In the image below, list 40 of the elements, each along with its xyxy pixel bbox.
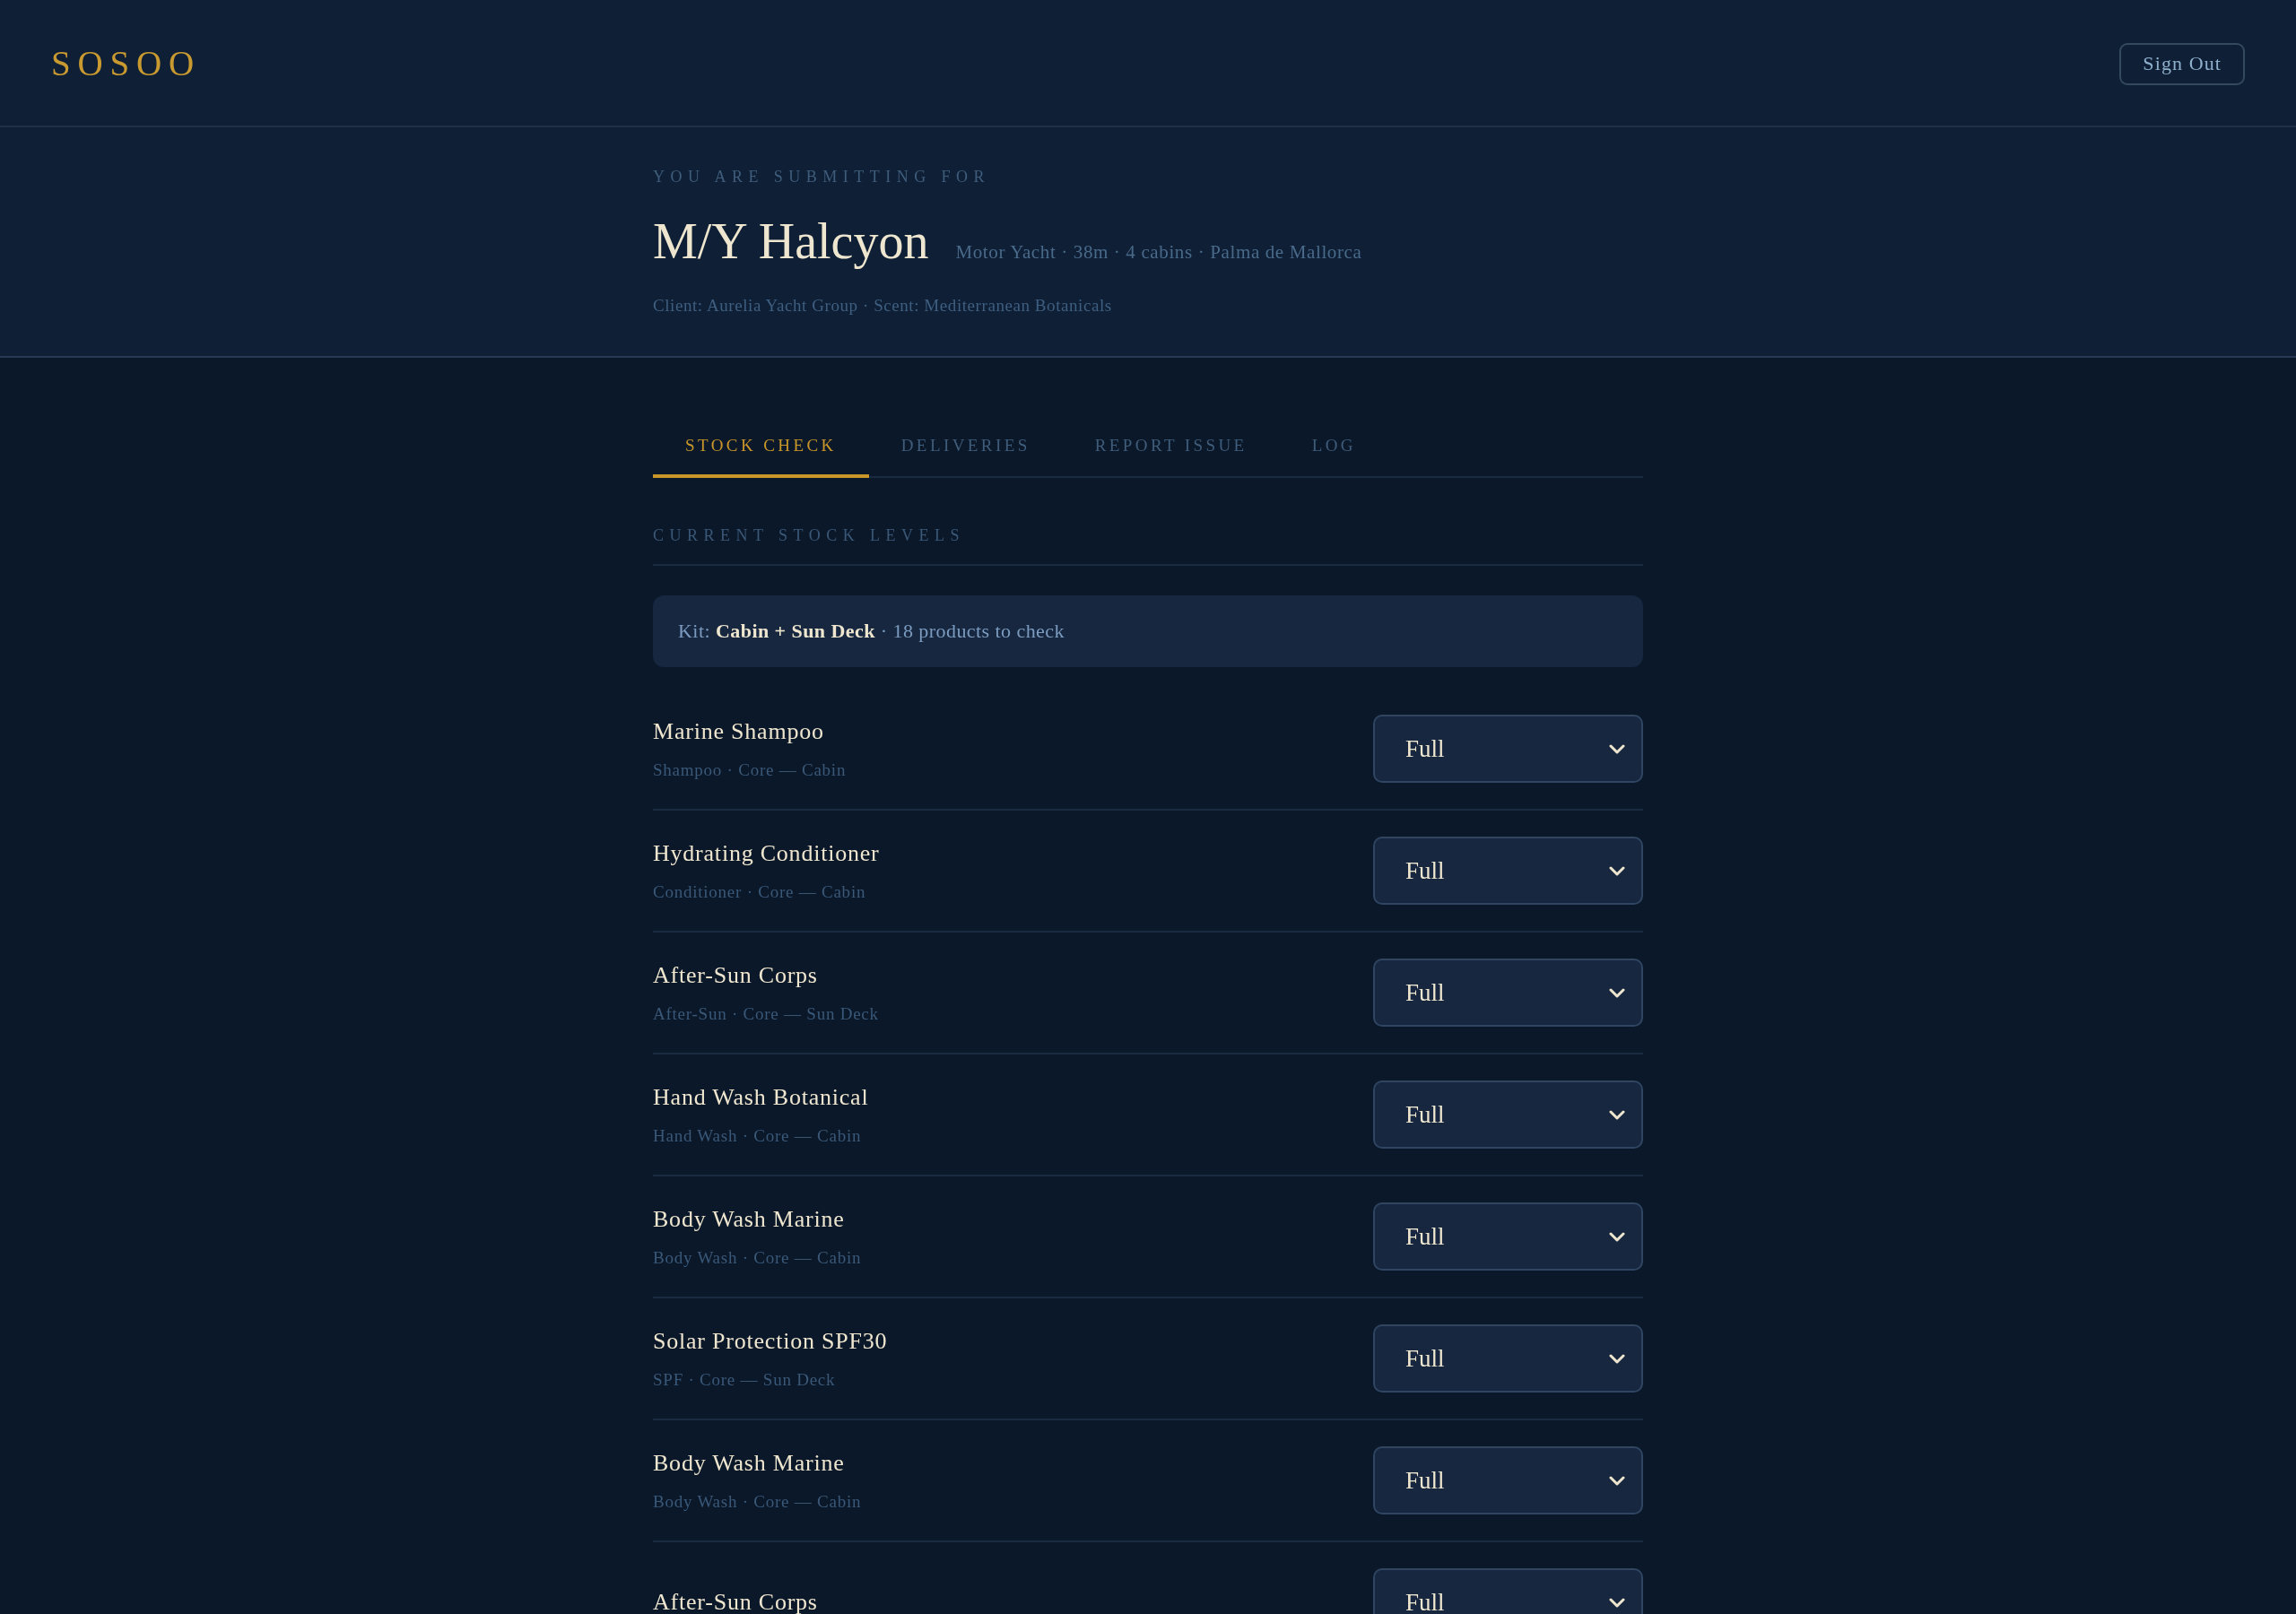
product-details: Body Wash · Core — Cabin (653, 1246, 862, 1268)
chevron-down-icon (1609, 987, 1625, 998)
product-name: After-Sun Corps (653, 1589, 818, 1614)
sign-out-button[interactable]: Sign Out (2119, 42, 2245, 85)
stock-level-dropdown[interactable]: Full (1373, 1080, 1643, 1149)
product-name: After-Sun Corps (653, 961, 819, 989)
product-name: Body Wash Marine (653, 1205, 846, 1233)
product-name: Body Wash Marine (653, 1449, 846, 1477)
stock-level-dropdown[interactable]: Full (1373, 1202, 1643, 1271)
vessel-name: M/Y Halcyon (653, 213, 929, 271)
product-name: Marine Shampoo (653, 717, 825, 745)
product-details: Body Wash · Core — Cabin (653, 1490, 862, 1512)
chevron-down-icon (1609, 865, 1625, 876)
product-name: Hydrating Conditioner (653, 839, 880, 867)
logo: SOSOO (51, 45, 201, 81)
eyebrow-label: YOU ARE SUBMITTING FOR (653, 167, 992, 187)
stock-level-dropdown[interactable]: Full (1373, 837, 1643, 905)
stock-level-dropdown[interactable]: Full (1373, 1446, 1643, 1514)
chevron-down-icon (1609, 1231, 1625, 1242)
product-details: Hand Wash · Core — Cabin (653, 1124, 863, 1146)
chevron-down-icon (1609, 1353, 1625, 1364)
product-details: After-Sun · Core — Sun Deck (653, 1002, 879, 1024)
tab[interactable]: STOCK CHECK (653, 417, 869, 478)
chevron-down-icon (1609, 1109, 1625, 1120)
product-name: Hand Wash Botanical (653, 1083, 869, 1111)
stock-level-dropdown[interactable]: Full (1373, 959, 1643, 1027)
chevron-down-icon (1609, 1475, 1625, 1486)
client-scent-line: Client: Aurelia Yacht Group · Scent: Mediterranean Botanicals (653, 295, 1113, 316)
product-details: Conditioner · Core — Cabin (653, 881, 867, 902)
product-name: Solar Protection SPF30 (653, 1327, 888, 1355)
product-details: Shampoo · Core — Cabin (653, 759, 847, 780)
chevron-down-icon (1609, 1597, 1625, 1608)
product-details: SPF · Core — Sun Deck (653, 1368, 837, 1390)
stock-level-dropdown[interactable]: Full (1373, 1324, 1643, 1393)
kit-summary: Kit: Cabin + Sun Deck · 18 products to check (653, 595, 1643, 667)
chevron-down-icon (1609, 743, 1625, 754)
vessel-details: Motor Yacht · 38m · 4 cabins · Palma de Mallorca (955, 241, 1362, 264)
stock-level-dropdown[interactable]: Full (1373, 715, 1643, 783)
stock-level-dropdown[interactable]: Full (1373, 1568, 1643, 1614)
section-title: CURRENT STOCK LEVELS (653, 525, 1643, 566)
